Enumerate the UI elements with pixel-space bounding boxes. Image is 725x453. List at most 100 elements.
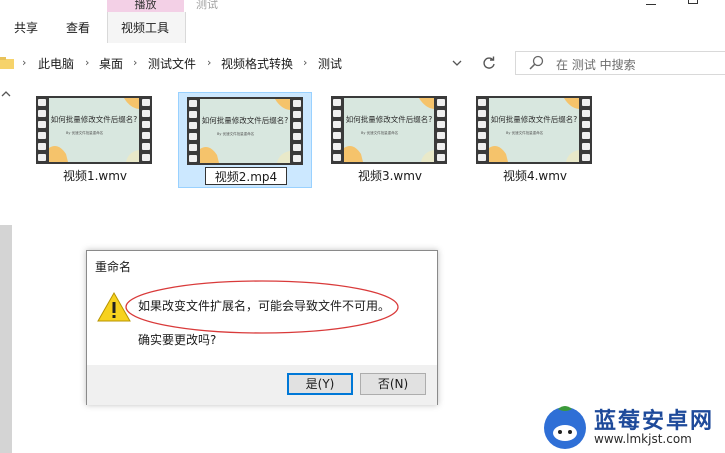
film-hole [293,100,301,107]
refresh-button[interactable] [476,51,502,75]
file-item[interactable]: 如何批量修改文件后缀名? By 优速文件批量重命名 视频4.wmv [468,92,602,188]
minimize-button[interactable] [646,0,656,5]
film-hole [38,121,46,128]
slide-title: 如何批量修改文件后缀名? [346,114,432,124]
film-hole [142,132,150,139]
film-hole [437,121,445,128]
film-hole [333,132,341,139]
dialog-question: 确实要更改吗? [138,333,217,347]
tab-view[interactable]: 查看 [66,14,90,42]
file-name: 视频3.wmv [357,169,423,183]
watermark-url: www.lmkjst.com [594,432,692,446]
film-hole [437,143,445,150]
no-button[interactable]: 否(N) [360,373,426,395]
film-hole [478,99,486,106]
film-hole [582,154,590,161]
film-hole [582,132,590,139]
context-tab-group: 播放 [107,0,184,12]
film-hole [478,132,486,139]
ribbon: 共享 查看 播放 视频工具 测试 [0,0,725,44]
slide-subtitle: By 优速文件批量重命名 [506,130,543,135]
film-hole [293,133,301,140]
chevron-down-icon[interactable] [452,59,462,67]
dialog-footer: 是(Y) 否(N) [87,365,437,405]
breadcrumb-test-files[interactable]: 测试文件 [148,55,196,72]
film-hole [437,99,445,106]
breadcrumb-video-convert[interactable]: 视频格式转换 [221,55,293,72]
chevron-right-icon: › [22,56,27,69]
watermark-title: 蓝莓安卓网 [594,409,715,434]
watermark: 蓝莓安卓网 www.lmkjst.com [540,399,725,453]
file-item[interactable]: 如何批量修改文件后缀名? By 优速文件批量重命名 视频1.wmv [28,92,162,188]
tab-video-tools[interactable]: 视频工具 [107,12,186,43]
film-hole [478,121,486,128]
slide-subtitle: By 优速文件批量重命名 [217,131,254,136]
film-hole [38,132,46,139]
film-hole [333,121,341,128]
film-hole [189,122,197,129]
file-item[interactable]: 如何批量修改文件后缀名? By 优速文件批量重命名 视频3.wmv [323,92,457,188]
film-hole [142,99,150,106]
film-hole [38,143,46,150]
video-thumbnail: 如何批量修改文件后缀名? By 优速文件批量重命名 [476,96,592,164]
tab-video-tools-label: 视频工具 [121,21,170,35]
film-hole [437,154,445,161]
chevron-right-icon: › [85,56,90,69]
slide-title: 如何批量修改文件后缀名? [202,115,288,125]
rename-dialog: 重命名 如果改变文件扩展名，可能会导致文件不可用。 确实要更改吗? 是(Y) 否… [86,250,438,405]
search-icon [529,55,544,70]
window-title: 测试 [196,0,218,11]
file-item-selected[interactable]: 如何批量修改文件后缀名? By 优速文件批量重命名 视频2.mp4 [178,92,312,188]
breadcrumb-this-pc[interactable]: 此电脑 [38,55,74,72]
dialog-title: 重命名 [95,260,132,274]
film-hole [293,155,301,162]
film-hole [38,99,46,106]
film-hole [582,99,590,106]
address-row: › 此电脑 › 桌面 › 测试文件 › 视频格式转换 › 测试 在 测试 中搜索 [0,43,725,83]
rename-input[interactable]: 视频2.mp4 [205,167,287,185]
film-hole [293,144,301,151]
maximize-button[interactable] [688,0,698,4]
film-hole [142,110,150,117]
breadcrumb-test[interactable]: 测试 [318,55,342,72]
address-bar[interactable]: › 此电脑 › 桌面 › 测试文件 › 视频格式转换 › 测试 [0,51,469,75]
film-hole [189,111,197,118]
slide-subtitle: By 优速文件批量重命名 [66,130,103,135]
video-thumbnail: 如何批量修改文件后缀名? By 优速文件批量重命名 [36,96,152,164]
film-hole [142,121,150,128]
slide-subtitle: By 优速文件批量重命名 [361,130,398,135]
breadcrumb-desktop[interactable]: 桌面 [99,55,123,72]
film-hole [189,100,197,107]
file-name: 视频1.wmv [62,169,128,183]
yes-button[interactable]: 是(Y) [287,373,353,395]
film-hole [582,121,590,128]
window-controls [644,0,725,6]
chevron-right-icon: › [133,56,138,69]
film-hole [437,110,445,117]
search-placeholder: 在 测试 中搜索 [556,58,636,72]
film-hole [38,110,46,117]
film-hole [478,143,486,150]
highlight-oval [125,280,399,334]
blueberry-logo-icon [544,406,586,449]
film-hole [293,122,301,129]
chevron-right-icon: › [303,56,308,69]
tab-share[interactable]: 共享 [14,14,38,42]
film-hole [189,155,197,162]
video-thumbnail: 如何批量修改文件后缀名? By 优速文件批量重命名 [331,96,447,164]
film-hole [333,143,341,150]
film-hole [142,143,150,150]
film-hole [333,99,341,106]
film-hole [333,110,341,117]
scrollbar-thumb[interactable] [0,225,12,453]
video-thumbnail: 如何批量修改文件后缀名? By 优速文件批量重命名 [187,97,303,165]
film-hole [582,110,590,117]
slide-title: 如何批量修改文件后缀名? [51,114,137,124]
film-hole [189,144,197,151]
film-hole [38,154,46,161]
folder-icon [0,57,14,69]
film-hole [333,154,341,161]
scroll-up-arrow[interactable] [0,90,12,102]
search-input[interactable]: 在 测试 中搜索 [515,51,725,75]
chevron-up-icon [1,91,11,97]
